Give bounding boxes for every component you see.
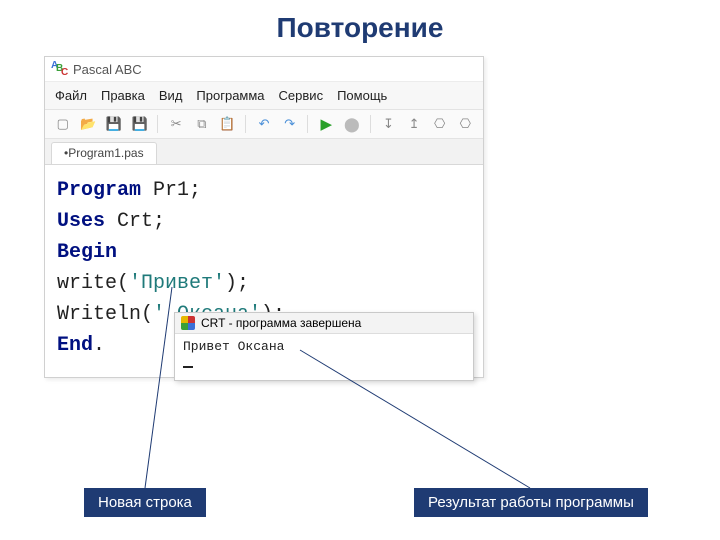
crt-titlebar: CRT - программа завершена [175, 313, 473, 334]
toolbar: ▢ 📂 💾 💾 ✂ ⧉ 📋 ↶ ↷ ▶ ⬤ ↧ ↥ ⎔ ⎔ [45, 110, 483, 139]
callout-result: Результат работы программы [414, 488, 648, 517]
step-out-icon[interactable]: ↥ [404, 114, 424, 134]
redo-icon[interactable]: ↷ [280, 114, 300, 134]
save-all-icon[interactable]: 💾 [130, 114, 150, 134]
editor-tab[interactable]: •Program1.pas [51, 142, 157, 164]
stop-icon[interactable]: ⬤ [342, 114, 362, 134]
copy-icon[interactable]: ⧉ [192, 114, 212, 134]
kw-begin: Begin [57, 241, 117, 264]
kw-program: Program [57, 179, 141, 202]
kw-uses: Uses [57, 210, 105, 233]
code-text: ); [225, 272, 249, 295]
menubar: Файл Правка Вид Программа Сервис Помощь [45, 82, 483, 110]
titlebar: ABC Pascal ABC [45, 57, 483, 82]
code-text: Writeln( [57, 303, 153, 326]
undo-icon[interactable]: ↶ [254, 114, 274, 134]
toolbar-sep [307, 115, 308, 133]
toolbar-sep [245, 115, 246, 133]
string-literal: 'Привет' [129, 272, 225, 295]
cut-icon[interactable]: ✂ [166, 114, 186, 134]
menu-edit[interactable]: Правка [101, 88, 145, 103]
toolbar-sep [157, 115, 158, 133]
slide-title: Повторение [0, 0, 720, 50]
breakpoint2-icon[interactable]: ⎔ [455, 114, 475, 134]
new-file-icon[interactable]: ▢ [53, 114, 73, 134]
crt-icon [181, 316, 195, 330]
menu-file[interactable]: Файл [55, 88, 87, 103]
step-in-icon[interactable]: ↧ [379, 114, 399, 134]
crt-window: CRT - программа завершена Привет Оксана [174, 312, 474, 381]
code-text: Crt; [105, 210, 165, 233]
code-text: write( [57, 272, 129, 295]
open-file-icon[interactable]: 📂 [79, 114, 99, 134]
crt-cursor [183, 366, 193, 368]
menu-help[interactable]: Помощь [337, 88, 387, 103]
crt-output-line: Привет Оксана [183, 338, 465, 356]
crt-title-text: CRT - программа завершена [201, 316, 361, 330]
menu-program[interactable]: Программа [196, 88, 264, 103]
app-icon: ABC [51, 61, 67, 77]
paste-icon[interactable]: 📋 [218, 114, 238, 134]
breakpoint-icon[interactable]: ⎔ [430, 114, 450, 134]
code-text: Pr1; [141, 179, 201, 202]
tabstrip: •Program1.pas [45, 139, 483, 165]
crt-output: Привет Оксана [175, 334, 473, 380]
callout-new-line: Новая строка [84, 488, 206, 517]
save-icon[interactable]: 💾 [104, 114, 124, 134]
menu-service[interactable]: Сервис [279, 88, 324, 103]
menu-view[interactable]: Вид [159, 88, 183, 103]
app-title: Pascal ABC [73, 62, 142, 77]
code-text: . [93, 334, 105, 357]
toolbar-sep [370, 115, 371, 133]
kw-end: End [57, 334, 93, 357]
run-icon[interactable]: ▶ [316, 114, 336, 134]
